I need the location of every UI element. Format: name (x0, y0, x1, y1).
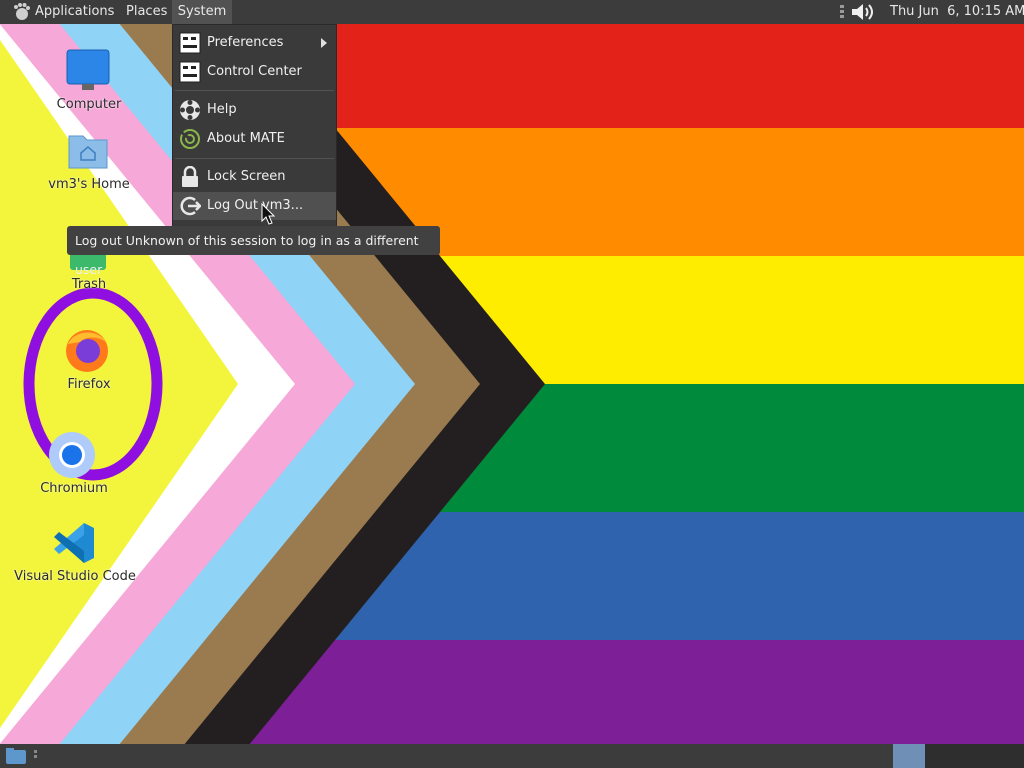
menu-item-help[interactable]: Help (173, 96, 336, 124)
volume-icon[interactable] (850, 2, 876, 22)
logout-icon (180, 196, 201, 216)
arrow-right-icon (321, 38, 327, 48)
menu-item-about-mate[interactable]: About MATE (173, 125, 336, 153)
desktop-label: Chromium (40, 481, 108, 496)
foot-icon[interactable] (12, 2, 31, 21)
places-menu[interactable]: Places (126, 0, 167, 24)
system-menu[interactable]: System (172, 0, 232, 24)
desktop-label: Firefox (67, 377, 111, 392)
desktop-label: vm3's Home (48, 177, 130, 192)
panel-handle-icon (34, 750, 37, 758)
bottom-panel (0, 744, 1024, 768)
help-icon (180, 100, 200, 120)
vscode-icon (54, 523, 94, 563)
desktop-label: Visual Studio Code (14, 569, 136, 584)
show-desktop-button[interactable] (5, 747, 27, 765)
menu-item-label: Log Out vm3... (207, 198, 304, 213)
workspace-switcher-active[interactable] (893, 744, 925, 768)
menu-item-preferences[interactable]: Preferences (173, 29, 336, 57)
menu-item-label: Lock Screen (207, 169, 286, 184)
tooltip: Log out Unknown of this session to log i… (67, 226, 440, 277)
menu-item-control-center[interactable]: Control Center (173, 58, 336, 86)
top-panel: Applications Places System Thu Jun 6, 10… (0, 0, 1024, 24)
system-menu-popup: Preferences Control Center Help About MA… (172, 24, 337, 250)
desktop-label: Computer (56, 97, 122, 112)
menu-item-label: About MATE (207, 131, 285, 146)
menu-separator (175, 90, 334, 91)
computer-icon (66, 49, 110, 90)
about-icon (180, 129, 200, 149)
applications-menu[interactable]: Applications (35, 0, 114, 24)
clock[interactable]: Thu Jun 6, 10:15 AM (890, 0, 1024, 24)
menu-item-log-out[interactable]: Log Out vm3... (173, 192, 336, 220)
menu-separator (175, 158, 334, 159)
workspace-switcher-inactive[interactable] (925, 744, 1024, 768)
home-folder-icon (68, 135, 108, 169)
menu-item-label: Help (207, 102, 237, 117)
menu-item-lock-screen[interactable]: Lock Screen (173, 163, 336, 191)
menu-item-label: Preferences (207, 35, 284, 50)
mouse-cursor-icon (261, 203, 275, 225)
chromium-icon (49, 432, 95, 478)
show-desktop-icon[interactable] (838, 5, 846, 19)
control-center-icon (179, 61, 201, 83)
menu-item-label: Control Center (207, 64, 302, 79)
firefox-icon (66, 330, 108, 372)
preferences-icon (179, 32, 201, 54)
lock-icon (182, 166, 198, 187)
